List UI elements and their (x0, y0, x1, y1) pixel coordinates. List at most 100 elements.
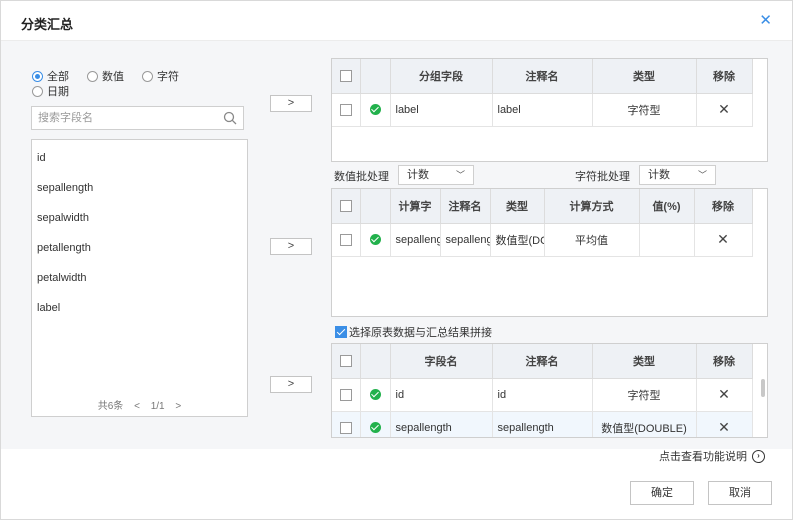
radio-unchecked-icon (142, 70, 153, 82)
string-batch-select[interactable]: 计数 ﹀ (639, 165, 716, 185)
cell-alias[interactable]: label (492, 93, 593, 127)
checkbox-checked-icon (335, 326, 347, 338)
select-all-cell (332, 59, 361, 94)
select-all-checkbox[interactable] (339, 354, 352, 367)
cell-alias[interactable]: sepalleng (440, 223, 491, 257)
add-to-group-button[interactable]: > (270, 95, 312, 112)
add-to-calc-button[interactable]: > (270, 238, 312, 255)
dialog-title-bar: 分类汇总 ✕ (1, 1, 792, 41)
column-header: 计算方式 (544, 189, 640, 224)
radio-unchecked-icon (32, 85, 43, 97)
row-checkbox[interactable] (339, 421, 352, 434)
result-field-panel: 字段名 注释名 类型 移除 id id 字符型 ✕ sepallength se… (331, 343, 768, 438)
cell-alias[interactable]: id (492, 378, 593, 412)
remove-icon[interactable]: ✕ (718, 101, 730, 117)
column-header: 注释名 (440, 189, 491, 224)
cell-alias[interactable]: sepallength (492, 411, 593, 437)
radio-unchecked-icon (87, 70, 98, 82)
field-list-item[interactable]: sepallength (32, 173, 247, 203)
group-field-table: 分组字段 注释名 类型 移除 label label 字符型 ✕ (332, 59, 753, 127)
cell-type: 数值型(DOUBLE) (592, 411, 697, 437)
filter-radio-label: 数值 (102, 71, 124, 83)
search-icon[interactable] (223, 111, 237, 125)
confirm-button[interactable]: 确定 (630, 481, 694, 505)
chevron-down-icon: ﹀ (697, 170, 707, 180)
field-list: id sepallength sepalwidth petallength pe… (31, 139, 248, 417)
row-checkbox[interactable] (339, 103, 352, 116)
remove-icon[interactable]: ✕ (718, 419, 730, 435)
help-link-label: 点击查看功能说明 (659, 451, 747, 463)
column-header: 分组字段 (390, 59, 493, 94)
column-header: 类型 (592, 344, 697, 379)
cell-type: 数值型(DC (490, 223, 545, 257)
row-checkbox[interactable] (339, 388, 352, 401)
field-list-item[interactable]: label (32, 293, 247, 323)
table-header-row: 计算字 注释名 类型 计算方式 值(%) 移除 (332, 189, 753, 224)
cancel-button[interactable]: 取消 (708, 481, 772, 505)
field-list-item[interactable]: sepalwidth (32, 203, 247, 233)
cell-value[interactable] (639, 223, 695, 257)
column-header: 移除 (696, 59, 753, 94)
string-batch-label: 字符批处理 (575, 171, 630, 183)
filter-radio-date[interactable]: 日期 (32, 83, 69, 99)
close-icon[interactable]: ✕ (759, 13, 772, 29)
cell-type: 字符型 (592, 378, 697, 412)
filter-radio-label: 日期 (47, 86, 69, 98)
field-search-box (31, 106, 244, 130)
search-input[interactable] (32, 107, 212, 129)
result-table-scrollbar[interactable] (761, 379, 765, 397)
pagination-prev-button[interactable]: < (134, 401, 140, 412)
calc-field-table: 计算字 注释名 类型 计算方式 值(%) 移除 sepalleng sepall… (332, 189, 753, 257)
add-to-result-button[interactable]: > (270, 376, 312, 393)
table-row: sepallength sepallength 数值型(DOUBLE) ✕ (332, 411, 753, 437)
select-all-checkbox[interactable] (339, 69, 352, 82)
concat-option-label: 选择原表数据与汇总结果拼接 (349, 327, 492, 339)
cell-method[interactable]: 平均值 (544, 223, 640, 257)
filter-radio-string[interactable]: 字符 (142, 68, 179, 84)
group-field-panel: 分组字段 注释名 类型 移除 label label 字符型 ✕ (331, 58, 768, 162)
column-header: 注释名 (492, 344, 593, 379)
column-header: 值(%) (639, 189, 695, 224)
arrow-right-circle-icon: › (752, 449, 765, 463)
field-list-item[interactable]: petalwidth (32, 263, 247, 293)
numeric-batch-label: 数值批处理 (334, 171, 389, 183)
column-header: 类型 (490, 189, 545, 224)
select-value: 计数 (407, 169, 429, 181)
check-circle-icon (369, 389, 381, 401)
remove-icon[interactable]: ✕ (718, 386, 730, 402)
field-list-item[interactable]: id (32, 143, 247, 173)
pagination: 共6条 < 1/1 > (32, 397, 247, 412)
column-header: 注释名 (492, 59, 593, 94)
filter-radio-label: 全部 (47, 71, 69, 83)
check-circle-icon (369, 234, 381, 246)
row-checkbox[interactable] (339, 233, 352, 246)
pagination-next-button[interactable]: > (175, 401, 181, 412)
filter-radio-numeric[interactable]: 数值 (87, 68, 124, 84)
cell-field: label (390, 93, 493, 127)
classify-summary-dialog: 分类汇总 ✕ 全部 数值 字符 日期 id sepallength sepalw… (0, 0, 793, 520)
radio-checked-icon (32, 70, 43, 82)
concat-original-checkbox[interactable]: 选择原表数据与汇总结果拼接 (335, 324, 492, 340)
check-circle-icon (369, 422, 381, 434)
remove-icon[interactable]: ✕ (717, 231, 729, 247)
cell-type: 字符型 (592, 93, 697, 127)
select-value: 计数 (648, 169, 670, 181)
pagination-total: 共6条 (97, 401, 124, 412)
dialog-title: 分类汇总 (21, 17, 74, 32)
filter-radio-all[interactable]: 全部 (32, 68, 69, 84)
table-row: sepalleng sepalleng 数值型(DC 平均值 ✕ (332, 223, 753, 257)
chevron-down-icon: ﹀ (455, 170, 465, 180)
numeric-batch-select[interactable]: 计数 ﹀ (398, 165, 474, 185)
column-header: 类型 (592, 59, 697, 94)
column-header: 字段名 (390, 344, 493, 379)
cell-field: sepalleng (390, 223, 441, 257)
help-link[interactable]: 点击查看功能说明 › (659, 448, 765, 464)
field-list-item[interactable]: petallength (32, 233, 247, 263)
table-header-row: 字段名 注释名 类型 移除 (332, 344, 753, 379)
table-row: id id 字符型 ✕ (332, 378, 753, 412)
cell-field: sepallength (390, 411, 493, 437)
select-all-checkbox[interactable] (339, 199, 352, 212)
check-circle-icon (369, 104, 381, 116)
pagination-page: 1/1 (150, 401, 165, 412)
table-header-row: 分组字段 注释名 类型 移除 (332, 59, 753, 94)
